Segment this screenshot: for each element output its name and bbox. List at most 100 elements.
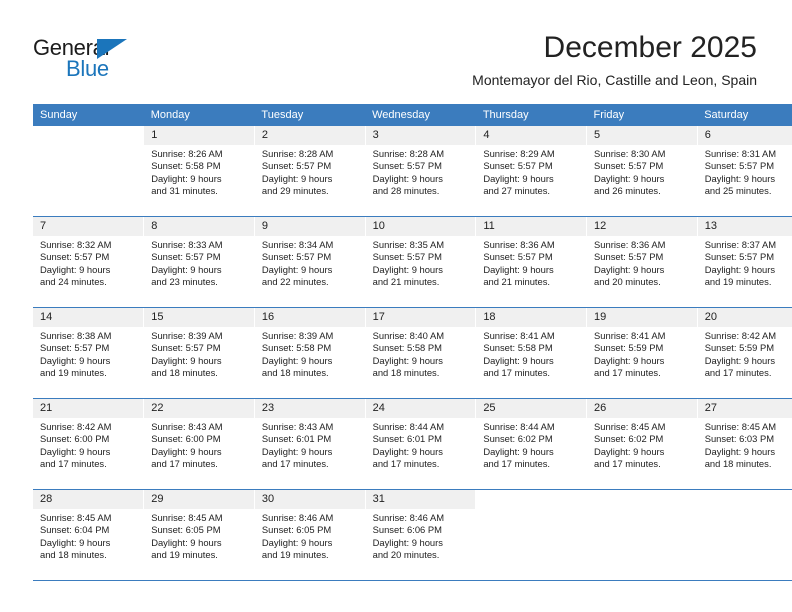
day-detail-line: and 28 minutes. [372,184,440,196]
day-detail-line: Sunset: 5:57 PM [483,251,553,263]
day-cell-content [33,126,144,216]
day-detail-line: Sunset: 6:01 PM [261,433,332,445]
day-sun-details: Sunrise: 8:35 AM Sunset: 5:57 PM Daylight:… [366,236,476,288]
calendar-day-cell[interactable]: 27 Sunrise: 8:45 AM Sunset: 6:03 PM Dayligh… [696,398,792,490]
calendar-day-cell[interactable]: 9 Sunrise: 8:34 AM Sunset: 5:57 PM Daylight… [253,216,366,308]
day-detail-line: and 18 minutes. [151,366,218,378]
calendar-day-cell[interactable]: 24 Sunrise: 8:44 AM Sunset: 6:01 PM Dayligh… [364,398,476,490]
calendar-day-cell[interactable]: 1 Sunrise: 8:26 AM Sunset: 5:58 PM Daylight… [143,126,255,217]
day-sun-details: Sunrise: 8:45 AM Sunset: 6:02 PM Daylight:… [587,418,697,470]
day-detail-line: Sunrise: 8:42 AM [40,421,112,432]
calendar-day-cell[interactable]: 10 Sunrise: 8:35 AM Sunset: 5:57 PM Dayligh… [364,216,476,308]
calendar-week-row: 7 Sunrise: 8:32 AM Sunset: 5:57 PM Daylight… [33,216,792,308]
day-detail-line: Sunrise: 8:36 AM [594,239,666,250]
day-sun-details: Sunrise: 8:46 AM Sunset: 6:06 PM Daylight:… [366,509,476,561]
day-detail-line: Sunset: 5:57 PM [483,160,553,172]
calendar-day-cell[interactable]: 5 Sunrise: 8:30 AM Sunset: 5:57 PM Daylight… [586,126,698,217]
calendar-day-cell[interactable]: 30 Sunrise: 8:46 AM Sunset: 6:05 PM Dayligh… [253,489,366,581]
calendar-day-cell[interactable]: 21 Sunrise: 8:42 AM Sunset: 6:00 PM Dayligh… [33,398,144,490]
day-number: 25 [476,399,587,418]
calendar-day-cell[interactable]: 22 Sunrise: 8:43 AM Sunset: 6:00 PM Dayligh… [143,398,255,490]
calendar-day-cell[interactable]: 4 Sunrise: 8:29 AM Sunset: 5:57 PM Daylight… [475,126,587,217]
calendar-week-row: 14 Sunrise: 8:38 AM Sunset: 5:57 PM Dayligh… [33,307,792,399]
day-sun-details: Sunrise: 8:28 AM Sunset: 5:57 PM Daylight:… [366,145,476,197]
day-sun-details: Sunrise: 8:43 AM Sunset: 6:01 PM Daylight:… [255,418,365,470]
day-detail-line: Sunset: 6:04 PM [40,524,110,536]
day-detail-line: Daylight: 9 hours [151,445,222,457]
day-detail-line: Sunrise: 8:39 AM [151,330,223,341]
calendar-day-cell[interactable]: 23 Sunrise: 8:43 AM Sunset: 6:01 PM Dayligh… [253,398,366,490]
generalblue-logo: General Blue [33,35,183,83]
day-detail-line: Daylight: 9 hours [483,354,554,366]
calendar-day-cell[interactable]: 6 Sunrise: 8:31 AM Sunset: 5:57 PM Daylight… [696,126,792,217]
calendar-day-cell[interactable]: 16 Sunrise: 8:39 AM Sunset: 5:58 PM Dayligh… [253,307,366,399]
day-detail-line: Daylight: 9 hours [704,445,776,457]
calendar-day-cell[interactable]: 13 Sunrise: 8:37 AM Sunset: 5:57 PM Dayligh… [696,216,792,308]
day-detail-line: Sunrise: 8:40 AM [372,330,445,341]
calendar-day-cell[interactable]: 25 Sunrise: 8:44 AM Sunset: 6:02 PM Dayligh… [475,398,587,490]
day-detail-line: Sunrise: 8:41 AM [483,330,555,341]
calendar-day-cell[interactable]: 26 Sunrise: 8:45 AM Sunset: 6:02 PM Dayligh… [586,398,698,490]
day-sun-details: Sunrise: 8:39 AM Sunset: 5:58 PM Daylight:… [255,327,365,379]
day-detail-line: and 23 minutes. [151,275,218,287]
day-cell-content: 31 Sunrise: 8:46 AM Sunset: 6:06 PM Dayligh… [365,490,476,580]
day-detail-line: Daylight: 9 hours [151,536,222,548]
calendar-day-cell[interactable]: 11 Sunrise: 8:36 AM Sunset: 5:57 PM Dayligh… [475,216,587,308]
day-detail-line: Sunset: 6:06 PM [372,524,442,536]
day-detail-line: Daylight: 9 hours [372,172,443,184]
day-detail-line: Sunrise: 8:41 AM [594,330,666,341]
calendar-body: 1 Sunrise: 8:26 AM Sunset: 5:58 PM Daylight… [33,126,792,581]
day-detail-line: Sunrise: 8:44 AM [372,421,445,432]
day-number: 21 [33,399,144,418]
calendar-day-cell[interactable]: 18 Sunrise: 8:41 AM Sunset: 5:58 PM Dayligh… [475,307,587,399]
calendar-day-cell[interactable]: 15 Sunrise: 8:39 AM Sunset: 5:57 PM Dayligh… [143,307,255,399]
day-detail-line: and 20 minutes. [594,275,661,287]
calendar-day-cell[interactable]: 19 Sunrise: 8:41 AM Sunset: 5:59 PM Dayligh… [586,307,698,399]
day-cell-content: 27 Sunrise: 8:45 AM Sunset: 6:03 PM Dayligh… [697,399,792,489]
day-sun-details: Sunrise: 8:34 AM Sunset: 5:57 PM Daylight:… [255,236,365,288]
calendar-day-cell[interactable]: 17 Sunrise: 8:40 AM Sunset: 5:58 PM Dayligh… [364,307,476,399]
day-detail-line: and 26 minutes. [594,184,661,196]
calendar-day-cell[interactable]: 28 Sunrise: 8:45 AM Sunset: 6:04 PM Dayligh… [33,489,144,581]
weekday-header-friday: Friday [586,104,698,126]
calendar-day-cell[interactable]: 2 Sunrise: 8:28 AM Sunset: 5:57 PM Daylight… [253,126,366,217]
day-detail-line: Sunrise: 8:46 AM [372,512,445,523]
calendar-day-cell[interactable]: 3 Sunrise: 8:28 AM Sunset: 5:57 PM Daylight… [364,126,476,217]
day-number: 8 [144,217,254,236]
day-sun-details: Sunrise: 8:46 AM Sunset: 6:05 PM Daylight:… [255,509,365,561]
calendar-day-cell[interactable]: 29 Sunrise: 8:45 AM Sunset: 6:05 PM Dayligh… [143,489,255,581]
calendar-day-cell[interactable]: 20 Sunrise: 8:42 AM Sunset: 5:59 PM Dayligh… [696,307,792,399]
day-detail-line: Daylight: 9 hours [261,354,333,366]
day-detail-line: and 18 minutes. [261,366,329,378]
day-sun-details: Sunrise: 8:40 AM Sunset: 5:58 PM Daylight:… [366,327,476,379]
day-number: 30 [254,490,365,509]
day-detail-line: Sunrise: 8:26 AM [151,148,223,159]
day-sun-details: Sunrise: 8:32 AM Sunset: 5:57 PM Daylight:… [33,236,143,288]
day-detail-line: Sunset: 6:05 PM [151,524,221,536]
day-detail-line: and 25 minutes. [704,184,772,196]
day-number: 22 [144,399,254,418]
day-detail-line: Daylight: 9 hours [483,263,554,275]
day-detail-line: and 17 minutes. [40,457,107,469]
calendar-day-cell[interactable]: 7 Sunrise: 8:32 AM Sunset: 5:57 PM Daylight… [33,216,144,308]
day-detail-line: and 17 minutes. [372,457,440,469]
weekday-header-tuesday: Tuesday [254,104,366,126]
day-detail-line: and 17 minutes. [483,366,551,378]
day-detail-line: Sunset: 5:57 PM [40,251,110,263]
day-detail-line: Sunset: 6:00 PM [40,433,110,445]
weekday-header-row: Sunday Monday Tuesday Wednesday Thursday… [33,104,792,126]
calendar-day-cell[interactable]: 12 Sunrise: 8:36 AM Sunset: 5:57 PM Dayligh… [586,216,698,308]
day-detail-line: Daylight: 9 hours [261,263,333,275]
day-cell-content: 12 Sunrise: 8:36 AM Sunset: 5:57 PM Dayligh… [587,217,697,307]
day-cell-content: 26 Sunrise: 8:45 AM Sunset: 6:02 PM Dayligh… [587,399,697,489]
day-cell-content: 22 Sunrise: 8:43 AM Sunset: 6:00 PM Dayligh… [144,399,254,489]
title-block: December 2025 Montemayor del Rio, Castil… [472,30,757,90]
calendar-day-cell[interactable]: 8 Sunrise: 8:33 AM Sunset: 5:57 PM Daylight… [143,216,255,308]
day-detail-line: and 17 minutes. [151,457,218,469]
calendar-day-cell[interactable]: 31 Sunrise: 8:46 AM Sunset: 6:06 PM Dayligh… [364,489,476,581]
day-number: 2 [254,126,365,145]
day-detail-line: Daylight: 9 hours [372,263,443,275]
day-detail-line: Daylight: 9 hours [704,354,776,366]
day-detail-line: Sunrise: 8:30 AM [594,148,666,159]
calendar-day-cell[interactable]: 14 Sunrise: 8:38 AM Sunset: 5:57 PM Dayligh… [33,307,144,399]
